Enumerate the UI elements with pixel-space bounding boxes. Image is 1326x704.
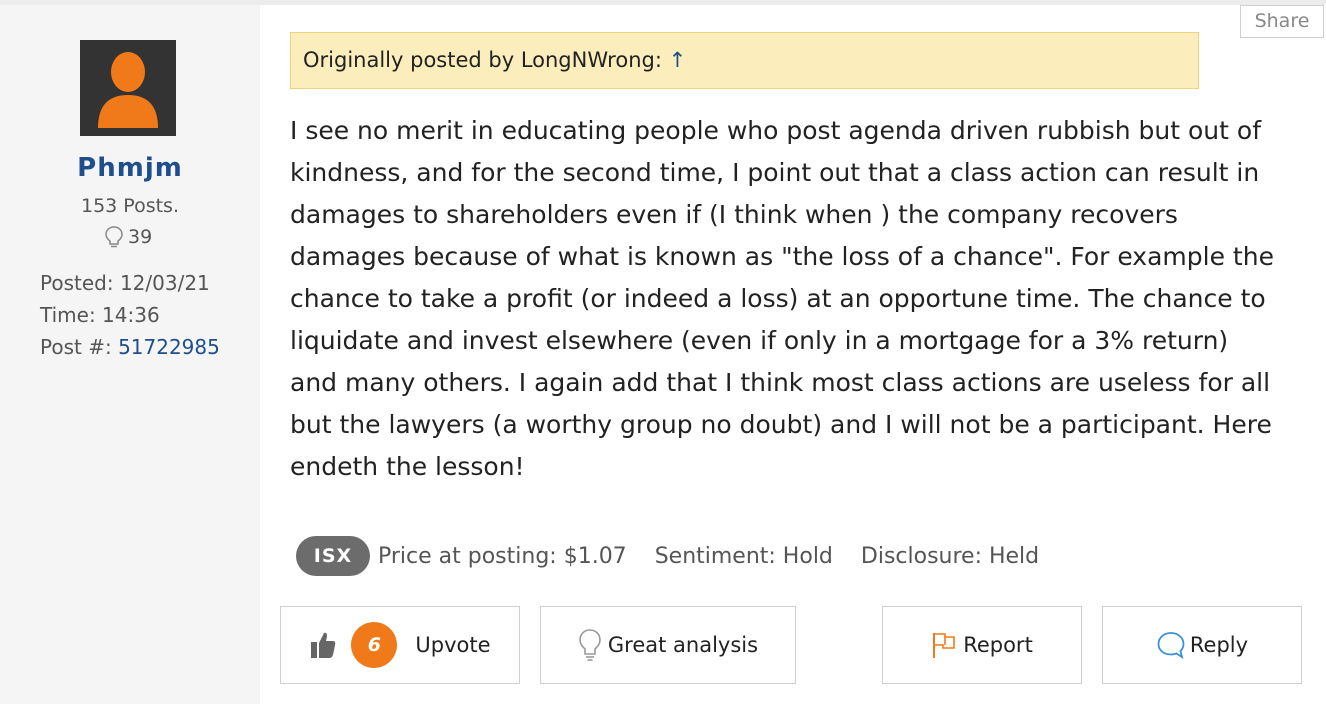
post-number-link[interactable]: 51722985 bbox=[118, 335, 220, 359]
report-button[interactable]: Report bbox=[882, 606, 1082, 684]
upvote-count-badge: 6 bbox=[351, 622, 398, 668]
great-analysis-button[interactable]: Great analysis bbox=[540, 606, 796, 684]
post-tags: ISX Price at posting: $1.07 Sentiment: H… bbox=[296, 536, 1067, 576]
disclosure: Disclosure: Held bbox=[860, 543, 1040, 569]
speech-bubble-icon bbox=[1157, 632, 1185, 659]
posted-time: Time: 14:36 bbox=[40, 303, 160, 327]
user-avatar[interactable] bbox=[80, 40, 176, 136]
reply-button[interactable]: Reply bbox=[1102, 606, 1302, 684]
quote-attribution: Originally posted by LongNWrong: bbox=[303, 48, 662, 72]
sentiment: Sentiment: Hold bbox=[654, 543, 833, 569]
ticker-badge[interactable]: ISX bbox=[296, 536, 370, 576]
share-button[interactable]: Share bbox=[1240, 5, 1324, 38]
posted-label: Posted: bbox=[40, 271, 114, 295]
flag-icon bbox=[933, 633, 955, 658]
report-label: Report bbox=[963, 633, 1033, 657]
time-value: 14:36 bbox=[102, 303, 160, 327]
quote-banner: Originally posted by LongNWrong: ↑ bbox=[290, 32, 1199, 89]
post-number: Post #: 51722985 bbox=[40, 335, 220, 359]
user-silhouette-icon bbox=[80, 40, 176, 136]
lightbulb-icon bbox=[579, 629, 601, 661]
lightbulb-icon bbox=[105, 226, 123, 248]
upvote-button[interactable]: 6 Upvote bbox=[280, 606, 520, 684]
posted-value: 12/03/21 bbox=[119, 271, 210, 295]
user-likes: 39 bbox=[104, 224, 152, 250]
price-at-posting: Price at posting: $1.07 bbox=[378, 543, 627, 569]
posted-date: Posted: 12/03/21 bbox=[40, 271, 210, 295]
likes-count: 39 bbox=[128, 226, 153, 248]
reply-label: Reply bbox=[1189, 633, 1249, 657]
post-count: 153 Posts. bbox=[81, 195, 179, 217]
quote-source-arrow-link[interactable]: ↑ bbox=[669, 48, 687, 72]
post-body: I see no merit in educating people who p… bbox=[290, 116, 1274, 481]
time-label: Time: bbox=[40, 303, 96, 327]
great-analysis-label: Great analysis bbox=[607, 633, 759, 657]
postnum-label: Post #: bbox=[40, 335, 112, 359]
username-link[interactable]: Phmjm bbox=[0, 153, 260, 183]
upvote-label: Upvote bbox=[415, 633, 491, 657]
thumbs-up-icon bbox=[311, 632, 336, 658]
